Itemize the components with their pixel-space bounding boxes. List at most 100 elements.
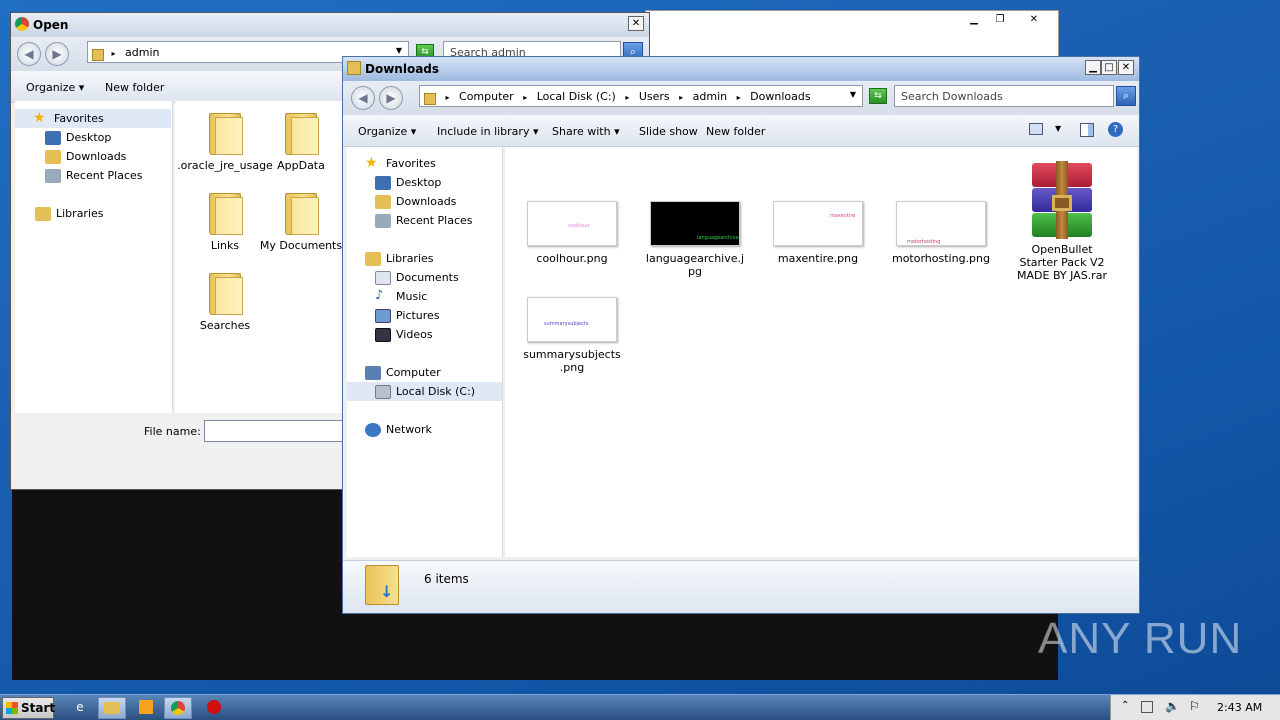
videos-icon: [375, 328, 391, 342]
file-item[interactable]: maxentire maxentire.png: [768, 201, 868, 265]
volume-icon[interactable]: 🔈: [1165, 699, 1180, 713]
folder-icon: [424, 93, 436, 105]
chevron-down-icon[interactable]: ▼: [396, 46, 402, 55]
folder-icon: [347, 61, 361, 75]
close-button[interactable]: ✕: [628, 16, 644, 31]
breadcrumb-downloads[interactable]: Downloads: [750, 90, 810, 103]
chevron-right-icon: ▸: [523, 93, 528, 102]
nav-music[interactable]: ♪ Music: [375, 287, 427, 306]
explorer-title: Downloads: [365, 62, 440, 76]
folder-user-icon: [92, 49, 104, 61]
nav-pictures[interactable]: Pictures: [375, 306, 440, 325]
organize-menu[interactable]: Organize ▾: [358, 125, 416, 138]
nav-documents[interactable]: Documents: [375, 268, 459, 287]
folder-icon: [281, 109, 321, 155]
nav-downloads[interactable]: Downloads: [375, 192, 456, 211]
folder-item[interactable]: AppData: [251, 109, 351, 172]
internet-explorer-icon[interactable]: e: [66, 697, 94, 719]
nav-videos[interactable]: Videos: [375, 325, 433, 344]
stop-icon[interactable]: [200, 697, 228, 719]
organize-menu[interactable]: Organize ▾: [26, 81, 84, 94]
file-item[interactable]: summarysubjects summarysubjects.png: [522, 297, 622, 374]
filename-input[interactable]: [204, 420, 354, 442]
slide-show-button[interactable]: Slide show: [639, 125, 698, 138]
back-button[interactable]: ◀: [17, 42, 41, 66]
network-tray-icon[interactable]: [1141, 701, 1153, 713]
nav-local-disk[interactable]: Local Disk (C:): [347, 382, 502, 401]
folder-icon: [205, 109, 245, 155]
file-item[interactable]: motorhosting motorhosting.png: [891, 201, 991, 265]
file-item[interactable]: coolhour coolhour.png: [522, 201, 622, 265]
details-pane: ↓ 6 items: [343, 560, 1139, 613]
taskbar: Start e ⌃ 🔈 ⚐ 2:43 AM: [0, 694, 1280, 720]
view-options-icon[interactable]: [1029, 123, 1043, 135]
folder-icon: [104, 702, 120, 714]
star-icon: ★: [365, 155, 378, 171]
file-item[interactable]: OpenBullet Starter Pack V2 MADE BY JAS.r…: [1012, 161, 1112, 282]
forward-button[interactable]: ▶: [45, 42, 69, 66]
search-input[interactable]: Search Downloads: [894, 85, 1114, 107]
open-content: .oracle_jre_usage AppData Links My Docum…: [175, 101, 347, 413]
downloads-folder-icon: [375, 195, 391, 209]
minimize-button[interactable]: ▁: [1085, 60, 1101, 75]
libraries-icon: [35, 207, 51, 221]
minimize-button[interactable]: ▁: [966, 13, 982, 28]
nav-libraries[interactable]: Libraries: [365, 249, 434, 268]
chevron-right-icon: ▸: [736, 93, 741, 102]
nav-network[interactable]: Network: [365, 420, 432, 439]
nav-desktop[interactable]: Desktop: [375, 173, 441, 192]
nav-favorites[interactable]: ★ Favorites: [365, 154, 436, 173]
nav-libraries[interactable]: Libraries: [35, 204, 104, 223]
nav-computer[interactable]: Computer: [365, 363, 441, 382]
new-folder-button[interactable]: New folder: [706, 125, 765, 138]
folder-item[interactable]: Searches: [175, 269, 275, 332]
chevron-down-icon[interactable]: ▼: [1055, 124, 1061, 133]
share-with-menu[interactable]: Share with ▾: [552, 125, 620, 138]
open-dialog-titlebar: Open ✕: [11, 13, 649, 37]
breadcrumb-admin[interactable]: admin: [693, 90, 727, 103]
nav-desktop[interactable]: Desktop: [45, 128, 111, 147]
start-button[interactable]: Start: [2, 697, 56, 719]
chevron-down-icon[interactable]: ▼: [850, 90, 856, 99]
chevron-right-icon: ▸: [445, 93, 450, 102]
explorer-titlebar: Downloads ▁ □ ✕: [343, 57, 1139, 81]
nav-downloads[interactable]: Downloads: [45, 147, 126, 166]
clock[interactable]: 2:43 AM: [1217, 701, 1262, 714]
show-hidden-icons-icon[interactable]: ⌃: [1121, 700, 1129, 711]
flag-icon[interactable]: ⚐: [1189, 699, 1200, 713]
media-player-icon[interactable]: [132, 697, 160, 719]
downloads-folder-icon: [45, 150, 61, 164]
thumbnail-text: coolhour: [568, 223, 590, 229]
nav-favorites[interactable]: ★ Favorites: [15, 109, 171, 128]
breadcrumb-computer[interactable]: Computer: [459, 90, 514, 103]
file-item[interactable]: languagearchive languagearchive.jpg: [645, 201, 745, 278]
new-folder-button[interactable]: New folder: [105, 81, 164, 94]
computer-icon: [365, 366, 381, 380]
links-folder-icon: [205, 189, 245, 235]
preview-pane-icon[interactable]: [1080, 123, 1094, 137]
chrome-icon[interactable]: [164, 697, 192, 719]
help-icon[interactable]: ?: [1108, 122, 1123, 137]
refresh-button[interactable]: ⇆: [869, 88, 887, 104]
close-button[interactable]: ✕: [1118, 60, 1134, 75]
thumbnail-text: motorhosting: [907, 239, 941, 245]
breadcrumb[interactable]: ▸ Computer ▸ Local Disk (C:) ▸ Users ▸ a…: [419, 85, 863, 107]
nav-recent-places[interactable]: Recent Places: [45, 166, 143, 185]
close-button[interactable]: ✕: [1026, 13, 1042, 28]
windows-logo-icon: [6, 702, 18, 714]
explorer-taskbar-icon[interactable]: [98, 697, 126, 719]
include-in-library-menu[interactable]: Include in library ▾: [437, 125, 538, 138]
start-label: Start: [21, 701, 56, 715]
breadcrumb-users[interactable]: Users: [639, 90, 670, 103]
maximize-button[interactable]: □: [1101, 60, 1117, 75]
breadcrumb-local-disk[interactable]: Local Disk (C:): [537, 90, 616, 103]
restore-button[interactable]: ❐: [992, 13, 1008, 28]
back-button[interactable]: ◀: [351, 86, 375, 110]
nav-recent-places[interactable]: Recent Places: [375, 211, 473, 230]
explorer-window: Downloads ▁ □ ✕ ◀ ▶ ▸ Computer ▸ Local D…: [342, 56, 1140, 614]
search-icon[interactable]: ⌕: [1116, 86, 1136, 106]
thumbnail-text: summarysubjects: [544, 321, 589, 327]
forward-button[interactable]: ▶: [379, 86, 403, 110]
folder-item[interactable]: My Documents: [251, 189, 351, 252]
image-thumbnail: summarysubjects: [527, 297, 617, 342]
